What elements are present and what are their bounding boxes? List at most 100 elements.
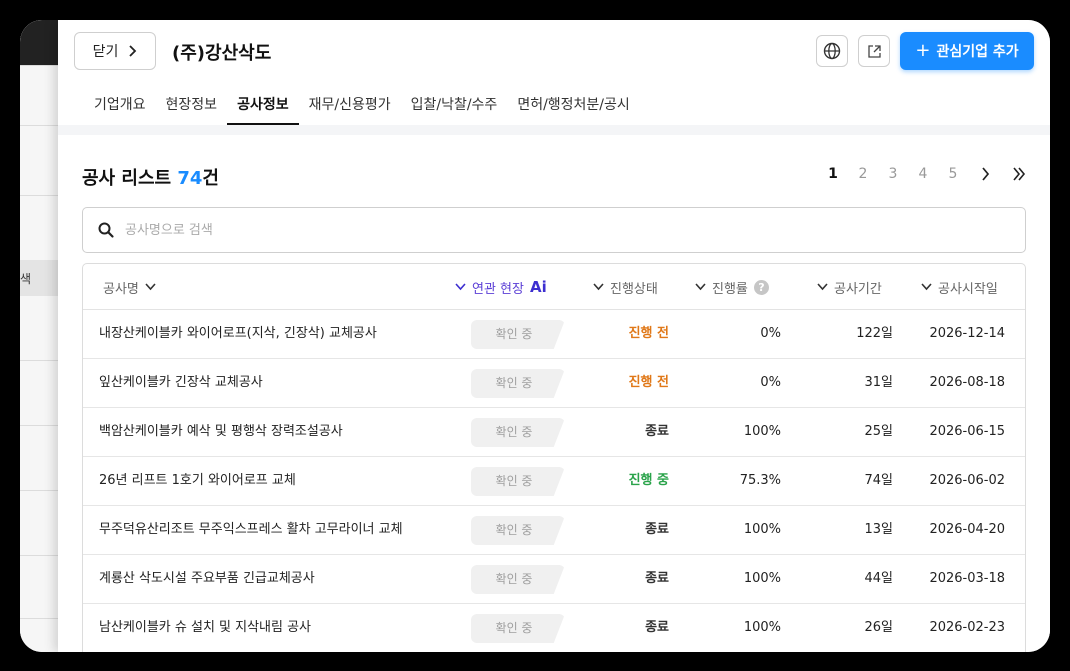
related-site-cell: 확인 중 — [471, 565, 565, 594]
globe-icon — [823, 42, 841, 60]
company-detail-panel: 닫기 (주)강산삭도 + 관심기업 추가 기업개요 현장정보 공사정보 재무/신… — [58, 20, 1050, 652]
background-divider — [20, 555, 60, 556]
start-date: 2026-06-15 — [929, 424, 1005, 439]
construction-period: 44일 — [864, 571, 893, 586]
related-site-cell: 확인 중 — [471, 418, 565, 447]
status-badge: 종료 — [645, 571, 669, 586]
column-header-start-date-label: 공사시작일 — [938, 281, 998, 297]
table-row[interactable]: 잎산케이블카 긴장삭 교체공사 확인 중 진행 전 0% 31일 2026-08… — [83, 359, 1025, 408]
close-button[interactable]: 닫기 — [74, 32, 156, 70]
column-header-status-label: 진행상태 — [610, 281, 658, 297]
column-header-status[interactable]: 진행상태 — [593, 264, 658, 310]
list-count: 74 — [177, 168, 203, 189]
related-site-cell: 확인 중 — [471, 614, 565, 643]
chevron-down-icon — [593, 283, 604, 291]
table-row[interactable]: 백암산케이블카 예삭 및 평행삭 장력조설공사 확인 중 종료 100% 25일… — [83, 408, 1025, 457]
search-box — [82, 207, 1026, 253]
status-badge: 진행 중 — [628, 473, 669, 488]
page-4-button[interactable]: 4 — [908, 166, 938, 182]
start-date: 2026-12-14 — [929, 326, 1005, 341]
construction-name: 남산케이블카 슈 설치 및 지삭내림 공사 — [99, 620, 312, 635]
add-favorite-company-label: 관심기업 추가 — [936, 44, 1019, 60]
status-badge: 진행 전 — [628, 326, 669, 341]
related-site-badge: 확인 중 — [471, 369, 565, 398]
column-header-progress-rate-label: 진행률 — [712, 281, 748, 297]
construction-name: 잎산케이블카 긴장삭 교체공사 — [99, 375, 263, 390]
company-name: (주)강산삭도 — [172, 43, 272, 64]
related-site-badge: 확인 중 — [471, 614, 565, 643]
chevron-down-icon — [695, 283, 706, 291]
start-date: 2026-04-20 — [929, 522, 1005, 537]
tab-license-disclosure[interactable]: 면허/행정처분/공시 — [507, 95, 639, 125]
background-divider — [20, 425, 60, 426]
table-row[interactable]: 내장산케이블카 와이어로프(지삭, 긴장삭) 교체공사 확인 중 진행 전 0%… — [83, 310, 1025, 359]
page-3-button[interactable]: 3 — [878, 166, 908, 182]
list-count-suffix: 건 — [202, 168, 219, 189]
progress-rate: 100% — [743, 522, 781, 537]
start-date: 2026-02-23 — [929, 620, 1005, 635]
chevron-right-icon — [129, 45, 137, 57]
construction-name: 계룡산 삭도시설 주요부품 긴급교체공사 — [99, 571, 315, 586]
background-divider — [20, 125, 60, 126]
construction-list-title: 공사 리스트 74건 — [82, 164, 219, 190]
progress-rate: 0% — [760, 326, 781, 341]
column-header-period[interactable]: 공사기간 — [817, 264, 882, 310]
status-badge: 종료 — [645, 620, 669, 635]
pagination: 1 2 3 4 5 — [818, 165, 1036, 183]
related-site-badge: 확인 중 — [471, 320, 565, 349]
external-link-icon — [867, 44, 881, 58]
chevron-right-icon — [981, 167, 989, 181]
column-header-start-date[interactable]: 공사시작일 — [921, 264, 998, 310]
page-1-button[interactable]: 1 — [818, 166, 848, 182]
related-site-badge: 확인 중 — [471, 516, 565, 545]
related-site-cell: 확인 중 — [471, 320, 565, 349]
table-row[interactable]: 남산케이블카 슈 설치 및 지삭내림 공사 확인 중 종료 100% 26일 2… — [83, 604, 1025, 652]
ai-badge: Ai — [529, 278, 547, 296]
next-page-button[interactable] — [968, 165, 1002, 183]
related-site-cell: 확인 중 — [471, 516, 565, 545]
table-row[interactable]: 무주덕유산리조트 무주익스프레스 활차 고무라이너 교체 확인 중 종료 100… — [83, 506, 1025, 555]
table-row[interactable]: 계룡산 삭도시설 주요부품 긴급교체공사 확인 중 종료 100% 44일 20… — [83, 555, 1025, 604]
double-chevron-right-icon — [1013, 167, 1026, 181]
column-header-progress-rate[interactable]: 진행률 ? — [695, 264, 769, 310]
tab-finance-credit[interactable]: 재무/신용평가 — [299, 95, 401, 125]
related-site-badge: 확인 중 — [471, 418, 565, 447]
background-divider — [20, 490, 60, 491]
tab-construction-info[interactable]: 공사정보 — [227, 95, 299, 125]
chevron-down-icon — [921, 283, 932, 291]
device-frame: 색 닫기 (주)강산삭도 + 관심기업 추가 기업개요 현장정보 공사정보 재무… — [0, 0, 1070, 671]
construction-table: 공사명 연관 현장 Ai 진행상태 진행률 ? 공사기간 공사시작일 내장산케이… — [82, 263, 1026, 652]
tab-bidding[interactable]: 입찰/낙찰/수주 — [401, 95, 508, 125]
construction-period: 25일 — [864, 424, 893, 439]
help-icon[interactable]: ? — [753, 279, 769, 295]
list-title-text: 공사 리스트 — [82, 168, 172, 189]
tab-site-info[interactable]: 현장정보 — [156, 95, 228, 125]
tab-company-overview[interactable]: 기업개요 — [84, 95, 156, 125]
construction-name: 26년 리프트 1호기 와이어로프 교체 — [99, 473, 296, 488]
open-new-window-button[interactable] — [858, 35, 890, 67]
page-2-button[interactable]: 2 — [848, 166, 878, 182]
status-badge: 종료 — [645, 424, 669, 439]
section-divider — [58, 125, 1050, 135]
chevron-down-icon — [817, 283, 828, 291]
start-date: 2026-08-18 — [929, 375, 1005, 390]
related-site-cell: 확인 중 — [471, 467, 565, 496]
status-badge: 진행 전 — [628, 375, 669, 390]
column-header-period-label: 공사기간 — [834, 281, 882, 297]
background-divider — [20, 618, 60, 619]
search-input[interactable] — [125, 222, 925, 238]
last-page-button[interactable] — [1002, 165, 1036, 183]
column-header-name[interactable]: 공사명 — [103, 264, 156, 310]
start-date: 2026-06-02 — [929, 473, 1005, 488]
website-button[interactable] — [816, 35, 848, 67]
background-selected-item-label: 색 — [20, 272, 32, 286]
page-5-button[interactable]: 5 — [938, 166, 968, 182]
column-header-related-site[interactable]: 연관 현장 Ai — [455, 264, 547, 310]
progress-rate: 100% — [743, 424, 781, 439]
table-row[interactable]: 26년 리프트 1호기 와이어로프 교체 확인 중 진행 중 75.3% 74일… — [83, 457, 1025, 506]
construction-name: 내장산케이블카 와이어로프(지삭, 긴장삭) 교체공사 — [99, 326, 377, 341]
background-selected-item: 색 — [20, 260, 60, 296]
column-header-related-site-label: 연관 현장 — [472, 281, 524, 297]
add-favorite-company-button[interactable]: + 관심기업 추가 — [900, 32, 1034, 70]
construction-name: 무주덕유산리조트 무주익스프레스 활차 고무라이너 교체 — [99, 522, 403, 537]
